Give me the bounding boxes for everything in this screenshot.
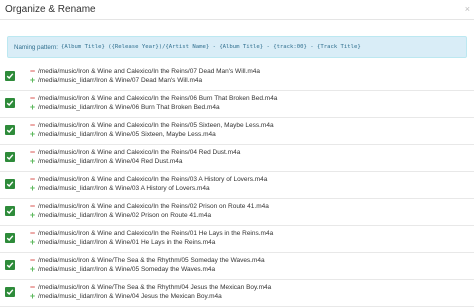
- old-path: /media/music/Iron & Wine and Calexico/In…: [38, 230, 274, 237]
- new-path-line: +/media/music_lidarr/Iron & Wine/06 Burn…: [28, 102, 220, 113]
- close-icon[interactable]: ×: [465, 5, 470, 14]
- new-path-line: +/media/music_lidarr/Iron & Wine/04 Jesu…: [28, 291, 222, 302]
- check-icon[interactable]: [5, 287, 15, 297]
- plus-icon: +: [29, 237, 36, 247]
- file-row: −/media/music/Iron & Wine and Calexico/I…: [0, 91, 474, 118]
- old-path: /media/music/Iron & Wine/The Sea & the R…: [38, 257, 265, 264]
- new-path: /media/music_lidarr/Iron & Wine/07 Dead …: [38, 77, 203, 84]
- file-row: −/media/music/Iron & Wine and Calexico/I…: [0, 118, 474, 145]
- old-path: /media/music/Iron & Wine and Calexico/In…: [38, 203, 269, 210]
- file-row: −/media/music/Iron & Wine and Calexico/I…: [0, 145, 474, 172]
- dialog-header: Organize & Rename ×: [0, 0, 474, 20]
- check-icon[interactable]: [5, 179, 15, 189]
- naming-pattern-value: {Album Title} ({Release Year})/{Artist N…: [61, 44, 361, 50]
- plus-icon: +: [29, 156, 36, 166]
- new-path: /media/music_lidarr/Iron & Wine/06 Burn …: [38, 104, 220, 111]
- new-path-line: +/media/music_lidarr/Iron & Wine/07 Dead…: [28, 75, 202, 86]
- file-row: −/media/music/Iron & Wine and Calexico/I…: [0, 172, 474, 199]
- plus-icon: +: [29, 291, 36, 301]
- new-path-line: +/media/music_lidarr/Iron & Wine/04 Red …: [28, 156, 183, 167]
- naming-pattern-alert: Naming pattern: {Album Title} ({Release …: [7, 36, 467, 58]
- new-path: /media/music_lidarr/Iron & Wine/05 Somed…: [38, 266, 216, 273]
- naming-pattern-label: Naming pattern:: [14, 43, 59, 51]
- new-path-line: +/media/music_lidarr/Iron & Wine/05 Sixt…: [28, 129, 216, 140]
- old-path: /media/music/Iron & Wine and Calexico/In…: [38, 95, 278, 102]
- new-path-line: +/media/music_lidarr/Iron & Wine/01 He L…: [28, 237, 216, 248]
- check-icon[interactable]: [5, 71, 15, 81]
- plus-icon: +: [29, 210, 36, 220]
- new-path: /media/music_lidarr/Iron & Wine/04 Red D…: [38, 158, 183, 165]
- plus-icon: +: [29, 102, 36, 112]
- new-path-line: +/media/music_lidarr/Iron & Wine/02 Pris…: [28, 210, 211, 221]
- new-path-line: +/media/music_lidarr/Iron & Wine/03 A Hi…: [28, 183, 210, 194]
- check-icon[interactable]: [5, 125, 15, 135]
- new-path-line: +/media/music_lidarr/Iron & Wine/05 Some…: [28, 264, 215, 275]
- file-row: −/media/music/Iron & Wine and Calexico/I…: [0, 199, 474, 226]
- check-icon[interactable]: [5, 206, 15, 216]
- file-row: −/media/music/Iron & Wine and Calexico/I…: [0, 226, 474, 253]
- old-path: /media/music/Iron & Wine/The Sea & the R…: [38, 284, 272, 291]
- file-row: −/media/music/Iron & Wine/The Sea & the …: [0, 253, 474, 280]
- old-path: /media/music/Iron & Wine and Calexico/In…: [38, 176, 268, 183]
- file-row: −/media/music/Iron & Wine and Calexico/I…: [0, 64, 474, 91]
- old-path: /media/music/Iron & Wine and Calexico/In…: [38, 122, 274, 129]
- old-path: /media/music/Iron & Wine and Calexico/In…: [38, 149, 241, 156]
- new-path: /media/music_lidarr/Iron & Wine/05 Sixte…: [38, 131, 216, 138]
- new-path: /media/music_lidarr/Iron & Wine/03 A His…: [38, 185, 210, 192]
- check-icon[interactable]: [5, 233, 15, 243]
- check-icon[interactable]: [5, 260, 15, 270]
- plus-icon: +: [29, 183, 36, 193]
- new-path: /media/music_lidarr/Iron & Wine/01 He La…: [38, 239, 216, 246]
- check-icon[interactable]: [5, 152, 15, 162]
- plus-icon: +: [29, 129, 36, 139]
- check-icon[interactable]: [5, 98, 15, 108]
- plus-icon: +: [29, 75, 36, 85]
- file-row: −/media/music/Iron & Wine/The Sea & the …: [0, 280, 474, 307]
- plus-icon: +: [29, 264, 36, 274]
- dialog-title: Organize & Rename: [5, 4, 96, 15]
- old-path: /media/music/Iron & Wine and Calexico/In…: [38, 68, 260, 75]
- file-list: −/media/music/Iron & Wine and Calexico/I…: [0, 64, 474, 307]
- new-path: /media/music_lidarr/Iron & Wine/02 Priso…: [38, 212, 212, 219]
- new-path: /media/music_lidarr/Iron & Wine/04 Jesus…: [38, 293, 222, 300]
